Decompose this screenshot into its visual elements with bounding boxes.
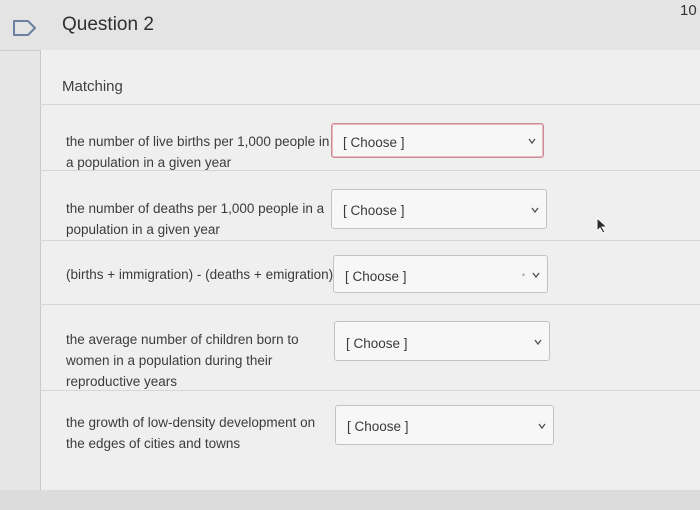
- loading-dots-icon: •: [521, 270, 525, 280]
- page-bottom: [0, 490, 700, 510]
- divider: [40, 104, 700, 105]
- match-select-1[interactable]: [ Choose ]: [331, 123, 544, 158]
- match-prompt-3: (births + immigration) - (deaths + emigr…: [66, 267, 334, 282]
- match-select-2[interactable]: [ Choose ]: [331, 189, 547, 229]
- match-select-5[interactable]: [ Choose ]: [335, 405, 554, 445]
- points-label: 10: [680, 2, 697, 19]
- chevron-down-icon: [531, 207, 539, 214]
- select-value: [ Choose ]: [347, 419, 409, 434]
- chevron-down-icon: [532, 272, 540, 279]
- match-select-3[interactable]: [ Choose ] •: [333, 255, 548, 293]
- chevron-down-icon: [528, 138, 536, 145]
- chevron-down-icon: [538, 423, 546, 430]
- mouse-cursor-icon: [596, 216, 609, 234]
- match-select-4[interactable]: [ Choose ]: [334, 321, 550, 361]
- chevron-down-icon: [534, 339, 542, 346]
- divider: [40, 304, 700, 305]
- question-header: Question 2 10: [0, 0, 700, 51]
- select-value: [ Choose ]: [343, 135, 405, 150]
- match-prompt-5: the growth of low-density development on…: [66, 415, 316, 451]
- match-prompt-1: the number of live births per 1,000 peop…: [66, 134, 330, 170]
- select-value: [ Choose ]: [345, 269, 407, 284]
- match-prompt-2: the number of deaths per 1,000 people in…: [66, 201, 325, 237]
- match-prompt-4: the average number of children born to w…: [66, 332, 299, 389]
- question-type-label: Matching: [62, 78, 123, 95]
- divider: [40, 390, 700, 391]
- divider: [40, 240, 700, 241]
- select-value: [ Choose ]: [346, 336, 408, 351]
- divider: [40, 170, 700, 171]
- select-value: [ Choose ]: [343, 203, 405, 218]
- quiz-page: Question 2 10 Matching the number of liv…: [0, 0, 700, 510]
- flag-icon[interactable]: [12, 18, 38, 38]
- question-title: Question 2: [62, 14, 154, 35]
